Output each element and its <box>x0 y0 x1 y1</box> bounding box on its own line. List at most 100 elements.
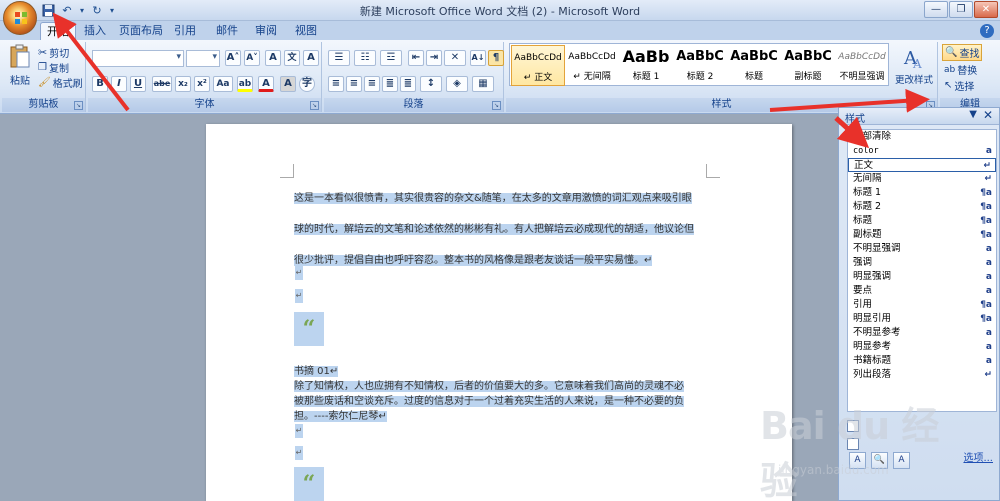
tab-view[interactable]: 视图 <box>293 22 319 40</box>
subscript-button[interactable]: x₂ <box>175 76 191 92</box>
char-border-button[interactable]: A <box>303 50 319 66</box>
bold-button[interactable]: B <box>92 76 108 92</box>
style-list-item[interactable]: 强调 a <box>848 256 996 270</box>
style-list-item[interactable]: 明显引用 ¶a <box>848 312 996 326</box>
strikethrough-button[interactable]: abe <box>152 76 172 92</box>
underline-button[interactable]: U <box>130 76 146 92</box>
paragraph-launcher-icon[interactable]: ↘ <box>492 101 501 110</box>
tab-home[interactable]: 开始 <box>40 22 76 40</box>
style-subtitle[interactable]: AaBbC 副标题 <box>781 45 835 86</box>
style-list-item[interactable]: 引用 ¶a <box>848 298 996 312</box>
format-painter-button[interactable]: 🖌 格式刷 <box>38 75 83 90</box>
align-center-button[interactable]: ≡ <box>346 76 362 92</box>
tab-mailings[interactable]: 邮件 <box>214 22 240 40</box>
pane-menu-icon[interactable]: ▼ <box>969 109 977 120</box>
enclose-char-button[interactable]: 字 <box>299 76 315 92</box>
style-heading-1[interactable]: AaBb 标题 1 <box>619 45 673 86</box>
style-list-item[interactable]: 不明显参考 a <box>848 326 996 340</box>
pane-options-link[interactable]: 选项... <box>963 449 993 464</box>
find-button[interactable]: 🔍 查找 <box>942 44 983 61</box>
maximize-button[interactable]: ❐ <box>949 1 973 18</box>
shrink-font-button[interactable]: A˅ <box>244 50 260 66</box>
align-right-icon: ≡ <box>364 76 380 92</box>
style-list-item[interactable]: 副标题 ¶a <box>848 228 996 242</box>
grow-font-button[interactable]: A˄ <box>225 50 241 66</box>
italic-button[interactable]: I <box>111 76 127 92</box>
body-paragraph[interactable]: 球的时代，解培云的文笔和论述依然的彬彬有礼。有人把解培云必成现代的胡适，他议论但 <box>294 220 694 235</box>
close-button[interactable]: ✕ <box>974 1 998 18</box>
style-subtle-emphasis[interactable]: AaBbCcDd 不明显强调 <box>835 45 889 86</box>
excerpt-line[interactable]: 除了知情权，人也应拥有不知情权，后者的价值要大的多。它意味着我们高尚的灵魂不必 <box>294 377 684 392</box>
chinese-layout-button[interactable]: ✕ <box>444 50 466 66</box>
font-name-combo[interactable] <box>92 50 184 67</box>
font-launcher-icon[interactable]: ↘ <box>310 101 319 110</box>
body-paragraph[interactable]: 很少批评，提倡自由也呼吁容忍。整本书的风格像是跟老友谈话一般平实易懂。↵ <box>294 251 653 266</box>
multilevel-list-button[interactable]: ☲ <box>380 50 402 66</box>
numbering-button[interactable]: ☷ <box>354 50 376 66</box>
tab-page-layout[interactable]: 页面布局 <box>118 22 164 40</box>
tab-insert[interactable]: 插入 <box>80 22 110 40</box>
style-list-item[interactable]: 标题 2 ¶a <box>848 200 996 214</box>
copy-button[interactable]: ❐ 复制 <box>38 60 69 75</box>
style-item-label: 引用 <box>853 299 873 310</box>
help-icon[interactable]: ? <box>980 24 994 38</box>
increase-indent-button[interactable]: ⇥ <box>426 50 442 66</box>
style-normal[interactable]: AaBbCcDd ↵ 正文 <box>511 45 565 86</box>
increase-indent-icon: ⇥ <box>426 50 442 66</box>
pane-close-icon[interactable]: ✕ <box>983 108 993 122</box>
chinese-layout-icon: ✕ <box>444 50 466 66</box>
shading-button[interactable]: ◈ <box>446 76 468 92</box>
excerpt-line[interactable]: 被那些废话和空谈充斥。过度的信息对于一个过着充实生活的人来说，是一种不必要的负 <box>294 392 684 407</box>
select-button[interactable]: ↖ 选择 <box>944 78 974 93</box>
justify-button[interactable]: ≣ <box>382 76 398 92</box>
paste-button[interactable]: 粘贴 <box>6 44 34 87</box>
style-list-item[interactable]: 标题 ¶a <box>848 214 996 228</box>
style-heading-2[interactable]: AaBbC 标题 2 <box>673 45 727 86</box>
align-left-button[interactable]: ≡ <box>328 76 344 92</box>
style-list-item[interactable]: 无间隔 ↵ <box>848 172 996 186</box>
style-list-item[interactable]: color a <box>848 144 996 158</box>
line-spacing-button[interactable]: ↕ <box>420 76 442 92</box>
change-styles-button[interactable]: AA 更改样式 <box>892 44 936 86</box>
style-list-item[interactable]: 明显强调 a <box>848 270 996 284</box>
clear-format-button[interactable]: A <box>265 50 281 66</box>
decrease-indent-button[interactable]: ⇤ <box>408 50 424 66</box>
highlight-button[interactable]: ab <box>237 76 253 92</box>
style-list-item[interactable]: 标题 1 ¶a <box>848 186 996 200</box>
style-title[interactable]: AaBbC 标题 <box>727 45 781 86</box>
style-item-label: color <box>853 146 879 156</box>
style-list-item[interactable]: 列出段落 ↵ <box>848 368 996 382</box>
tab-references[interactable]: 引用 <box>172 22 198 40</box>
char-shading-icon: A <box>280 76 296 92</box>
style-list-item[interactable]: 正文 ↵ <box>848 158 996 172</box>
superscript-button[interactable]: x² <box>194 76 210 92</box>
style-no-spacing[interactable]: AaBbCcDd ↵ 无间隔 <box>565 45 619 86</box>
style-list-item[interactable]: 明显参考 a <box>848 340 996 354</box>
distributed-button[interactable]: ≣ <box>400 76 416 92</box>
document-page[interactable]: 这是一本看似很愤青，其实很贵容的杂文&随笔，在太多的文章用激愤的词汇观点来吸引眼… <box>206 124 792 501</box>
char-shading-button[interactable]: A <box>280 76 296 92</box>
body-paragraph[interactable]: 这是一本看似很愤青，其实很贵容的杂文&随笔，在太多的文章用激愤的词汇观点来吸引眼 <box>294 189 692 204</box>
clipboard-launcher-icon[interactable]: ↘ <box>74 101 83 110</box>
bullets-button[interactable]: ☰ <box>328 50 350 66</box>
change-case-button[interactable]: Aa <box>213 76 233 92</box>
office-button[interactable] <box>3 1 37 35</box>
style-list-item[interactable]: 要点 a <box>848 284 996 298</box>
cut-button[interactable]: ✂ 剪切 <box>38 45 69 60</box>
sort-button[interactable]: A↓ <box>470 50 486 66</box>
excerpt-line[interactable]: 担。----索尔仁尼琴↵ <box>294 407 387 422</box>
phonetic-guide-button[interactable]: 文 <box>284 50 300 66</box>
align-right-button[interactable]: ≡ <box>364 76 380 92</box>
replace-button[interactable]: ab 替换 <box>944 62 977 78</box>
show-marks-button[interactable]: ¶ <box>488 50 504 66</box>
minimize-button[interactable]: — <box>924 1 948 18</box>
tab-review[interactable]: 审阅 <box>253 22 279 40</box>
style-list-item[interactable]: 不明显强调 a <box>848 242 996 256</box>
style-list-item[interactable]: 书籍标题 a <box>848 354 996 368</box>
font-color-button[interactable]: A <box>258 76 274 92</box>
quote-mark: “ <box>294 312 324 346</box>
borders-button[interactable]: ▦ <box>472 76 494 92</box>
style-list-item[interactable]: 全部清除 <box>848 130 996 144</box>
font-size-combo[interactable] <box>186 50 220 67</box>
excerpt-heading[interactable]: 书摘 01↵ <box>294 362 339 377</box>
